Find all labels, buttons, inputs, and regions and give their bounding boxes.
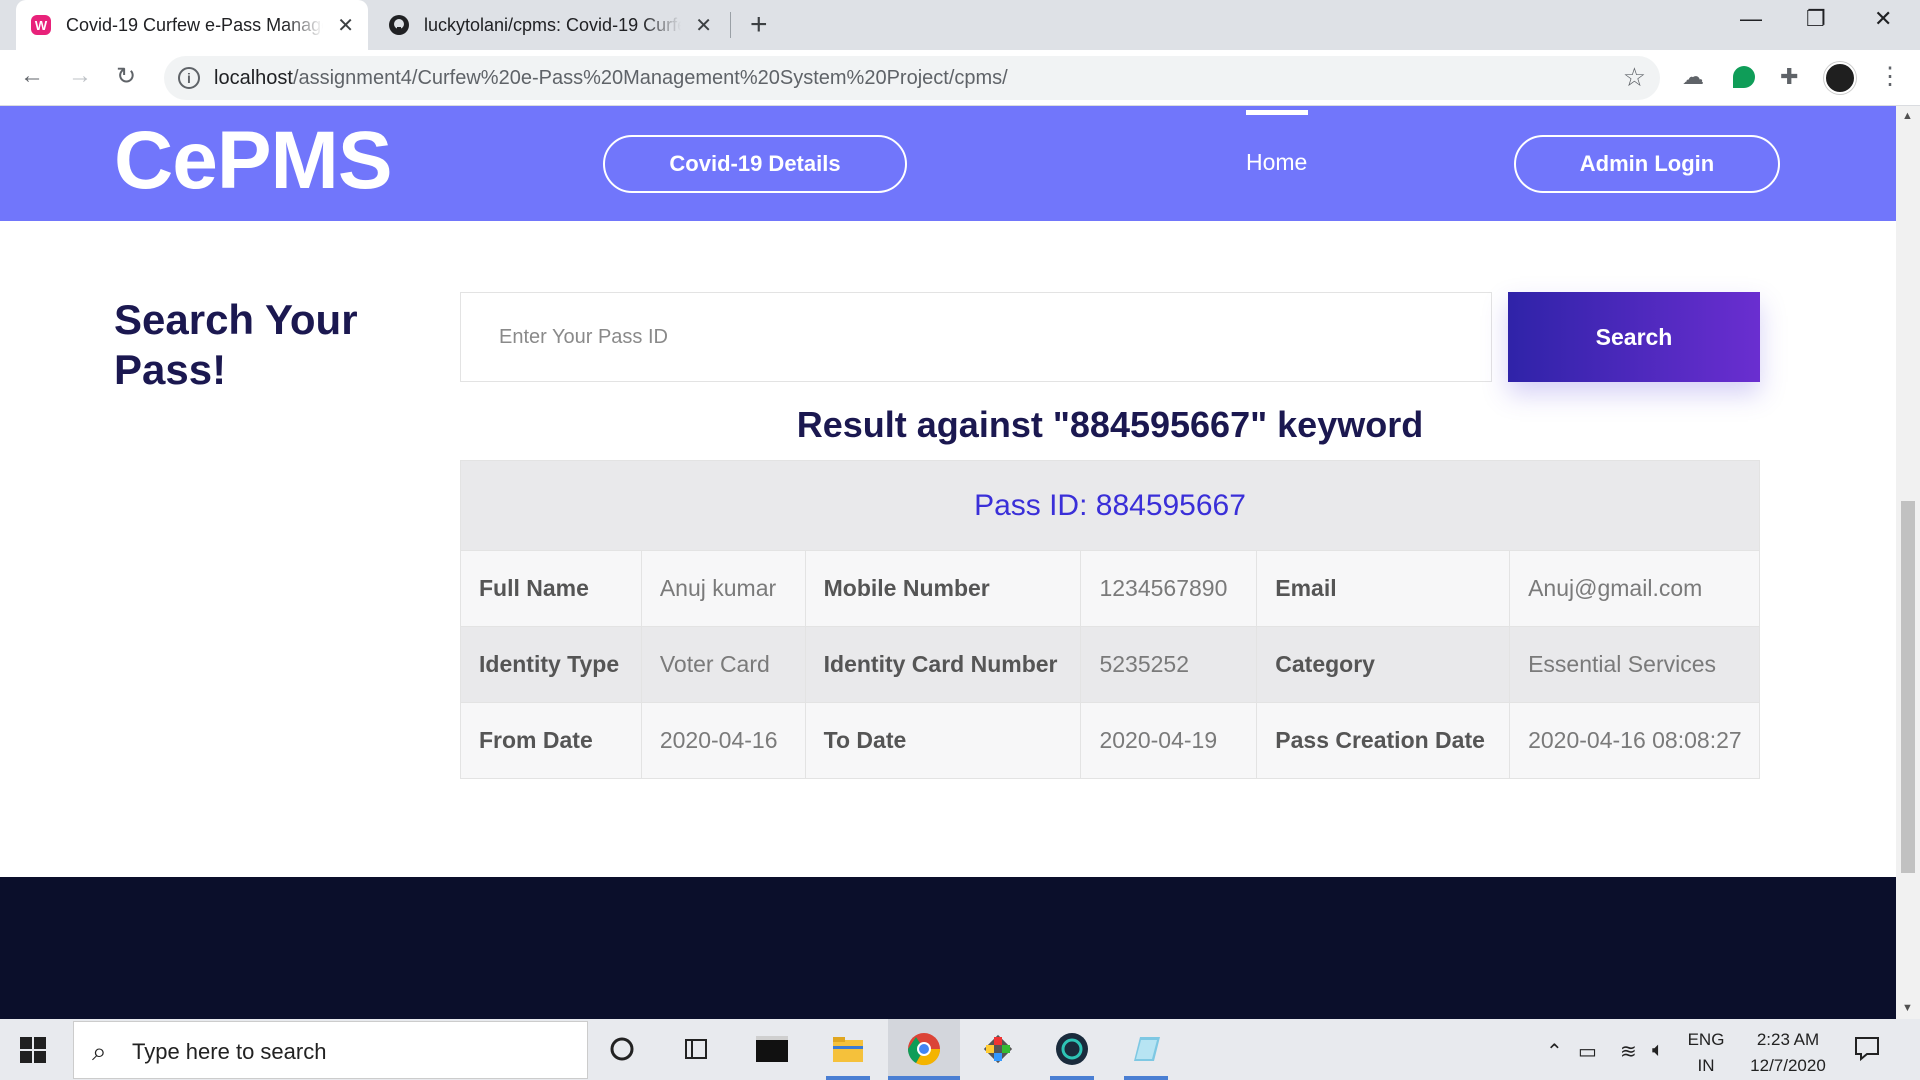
windows-start-icon[interactable] [20, 1037, 46, 1063]
tray-overflow-icon[interactable]: ⌃ [1546, 1039, 1563, 1064]
nav-active-indicator [1246, 110, 1308, 115]
clock-date: 12/7/2020 [1750, 1056, 1826, 1075]
wifi-icon[interactable]: ≋ [1620, 1039, 1637, 1064]
tab-title: luckytolani/cpms: Covid-19 Curfew e-Pass [424, 14, 681, 35]
field-value: Anuj kumar [640, 550, 806, 627]
notepad-icon[interactable] [1128, 1031, 1164, 1067]
field-value: 2020-04-16 [640, 702, 806, 779]
extension-green-icon[interactable] [1733, 66, 1755, 88]
url-host: localhost [214, 67, 293, 89]
window-close-icon[interactable]: ✕ [1874, 6, 1892, 32]
url-text[interactable]: localhost/assignment4/Curfew%20e-Pass%20… [214, 67, 1008, 90]
site-footer [0, 877, 1896, 1019]
field-value: 2020-04-19 [1080, 702, 1258, 779]
field-value: Essential Services [1509, 626, 1760, 703]
site-header: CePMS Covid-19 Details Home Admin Login [0, 106, 1896, 221]
scrollbar-thumb[interactable] [1901, 501, 1915, 873]
covid-details-button[interactable]: Covid-19 Details [603, 135, 907, 193]
new-tab-icon[interactable]: + [750, 8, 768, 42]
page-viewport: CePMS Covid-19 Details Home Admin Login … [0, 106, 1896, 1019]
explorer-running-indicator [826, 1076, 870, 1080]
field-value: 1234567890 [1080, 550, 1258, 627]
clock[interactable]: 2:23 AM 12/7/2020 [1740, 1027, 1836, 1079]
battery-icon[interactable]: ▭ [1578, 1039, 1597, 1064]
page-scrollbar[interactable]: ▲ ▼ [1896, 106, 1920, 1019]
field-label: Category [1256, 626, 1511, 703]
svg-text:W: W [35, 18, 48, 33]
field-value: 2020-04-16 08:08:27 [1509, 702, 1760, 779]
table-row: Full Name Anuj kumar Mobile Number 12345… [460, 550, 1760, 627]
profile-avatar[interactable] [1824, 62, 1856, 94]
region-code: IN [1697, 1056, 1715, 1075]
search-icon: ⌕ [92, 1036, 107, 1066]
language-code: ENG [1687, 1030, 1725, 1049]
field-label: Identity Card Number [804, 626, 1082, 703]
field-label: Mobile Number [804, 550, 1082, 627]
volume-icon[interactable]: 🔈︎ [1652, 1039, 1664, 1062]
field-label: To Date [804, 702, 1082, 779]
chrome-running-indicator [888, 1076, 960, 1080]
tab-close-icon[interactable]: ✕ [695, 13, 712, 38]
field-value: Voter Card [640, 626, 806, 703]
windows-taskbar: ⌕ Type here to search ⌃ ▭ ≋ 🔈︎ ENG IN 2:… [0, 1019, 1920, 1080]
url-path: /assignment4/Curfew%20e-Pass%20Managemen… [292, 67, 1008, 89]
notepad-running-indicator [1124, 1076, 1168, 1080]
admin-login-button[interactable]: Admin Login [1514, 135, 1780, 193]
tab-separator [730, 12, 731, 38]
extensions-puzzle-icon[interactable]: ✚ [1780, 64, 1798, 90]
site-info-icon[interactable]: i [178, 67, 200, 89]
minimize-icon[interactable]: — [1740, 6, 1762, 32]
forward-icon[interactable]: → [68, 62, 92, 90]
field-value: 5235252 [1080, 626, 1258, 703]
search-button[interactable]: Search [1508, 292, 1760, 382]
tab-cepms[interactable]: W Covid-19 Curfew e-Pass Management ✕ [16, 0, 368, 50]
field-label: Pass Creation Date [1256, 702, 1511, 779]
search-title: Search Your Pass! [114, 296, 358, 393]
language-indicator[interactable]: ENG IN [1686, 1027, 1726, 1079]
field-label: From Date [460, 702, 642, 779]
scroll-down-icon[interactable]: ▼ [1902, 1002, 1913, 1014]
pass-id: Pass ID: 884595667 [460, 460, 1760, 551]
app-running-indicator [1050, 1076, 1094, 1080]
file-explorer-icon[interactable] [830, 1031, 866, 1067]
browser-tab-bar: W Covid-19 Curfew e-Pass Management ✕ lu… [0, 0, 1920, 50]
app-teal-icon[interactable] [1054, 1031, 1090, 1067]
field-label: Identity Type [460, 626, 642, 703]
github-icon [389, 15, 409, 35]
taskbar-search-text: Type here to search [132, 1039, 327, 1064]
extension-cloud-icon[interactable]: ☁ [1682, 64, 1704, 90]
wamp-favicon-icon: W [31, 15, 51, 35]
address-bar[interactable]: i localhost/assignment4/Curfew%20e-Pass%… [164, 56, 1660, 100]
pass-id-search-input[interactable] [460, 292, 1492, 382]
pass-result-table: Pass ID: 884595667 Full Name Anuj kumar … [460, 460, 1760, 779]
scroll-up-icon[interactable]: ▲ [1902, 110, 1913, 122]
table-row: Identity Type Voter Card Identity Card N… [460, 626, 1760, 703]
browser-menu-icon[interactable]: ⋮ [1878, 62, 1902, 91]
back-icon[interactable]: ← [20, 62, 44, 90]
browser-toolbar: ← → ↻ i localhost/assignment4/Curfew%20e… [0, 50, 1920, 106]
tab-close-icon[interactable]: ✕ [337, 13, 354, 38]
taskbar-search-box[interactable]: ⌕ Type here to search [73, 1021, 588, 1079]
bookmark-star-icon[interactable]: ☆ [1623, 62, 1646, 93]
site-logo[interactable]: CePMS [114, 114, 393, 208]
restore-icon[interactable]: ❐ [1806, 6, 1826, 32]
task-view-icon[interactable] [678, 1031, 714, 1067]
field-label: Full Name [460, 550, 642, 627]
tab-title: Covid-19 Curfew e-Pass Management [66, 14, 323, 35]
clock-time: 2:23 AM [1756, 1030, 1820, 1049]
field-label: Email [1256, 550, 1511, 627]
cortana-icon[interactable] [604, 1031, 640, 1067]
reload-icon[interactable]: ↻ [116, 62, 136, 91]
tab-github[interactable]: luckytolani/cpms: Covid-19 Curfew e-Pass… [374, 0, 726, 50]
chrome-icon[interactable] [906, 1031, 942, 1067]
nav-home-link[interactable]: Home [1246, 149, 1307, 176]
table-row: From Date 2020-04-16 To Date 2020-04-19 … [460, 702, 1760, 779]
pass-id-row: Pass ID: 884595667 [460, 460, 1760, 551]
git-tool-icon[interactable] [980, 1031, 1016, 1067]
terminal-icon[interactable] [754, 1031, 790, 1067]
field-value: Anuj@gmail.com [1509, 550, 1760, 627]
result-heading: Result against "884595667" keyword [796, 404, 1424, 445]
notification-icon[interactable] [1852, 1033, 1882, 1063]
